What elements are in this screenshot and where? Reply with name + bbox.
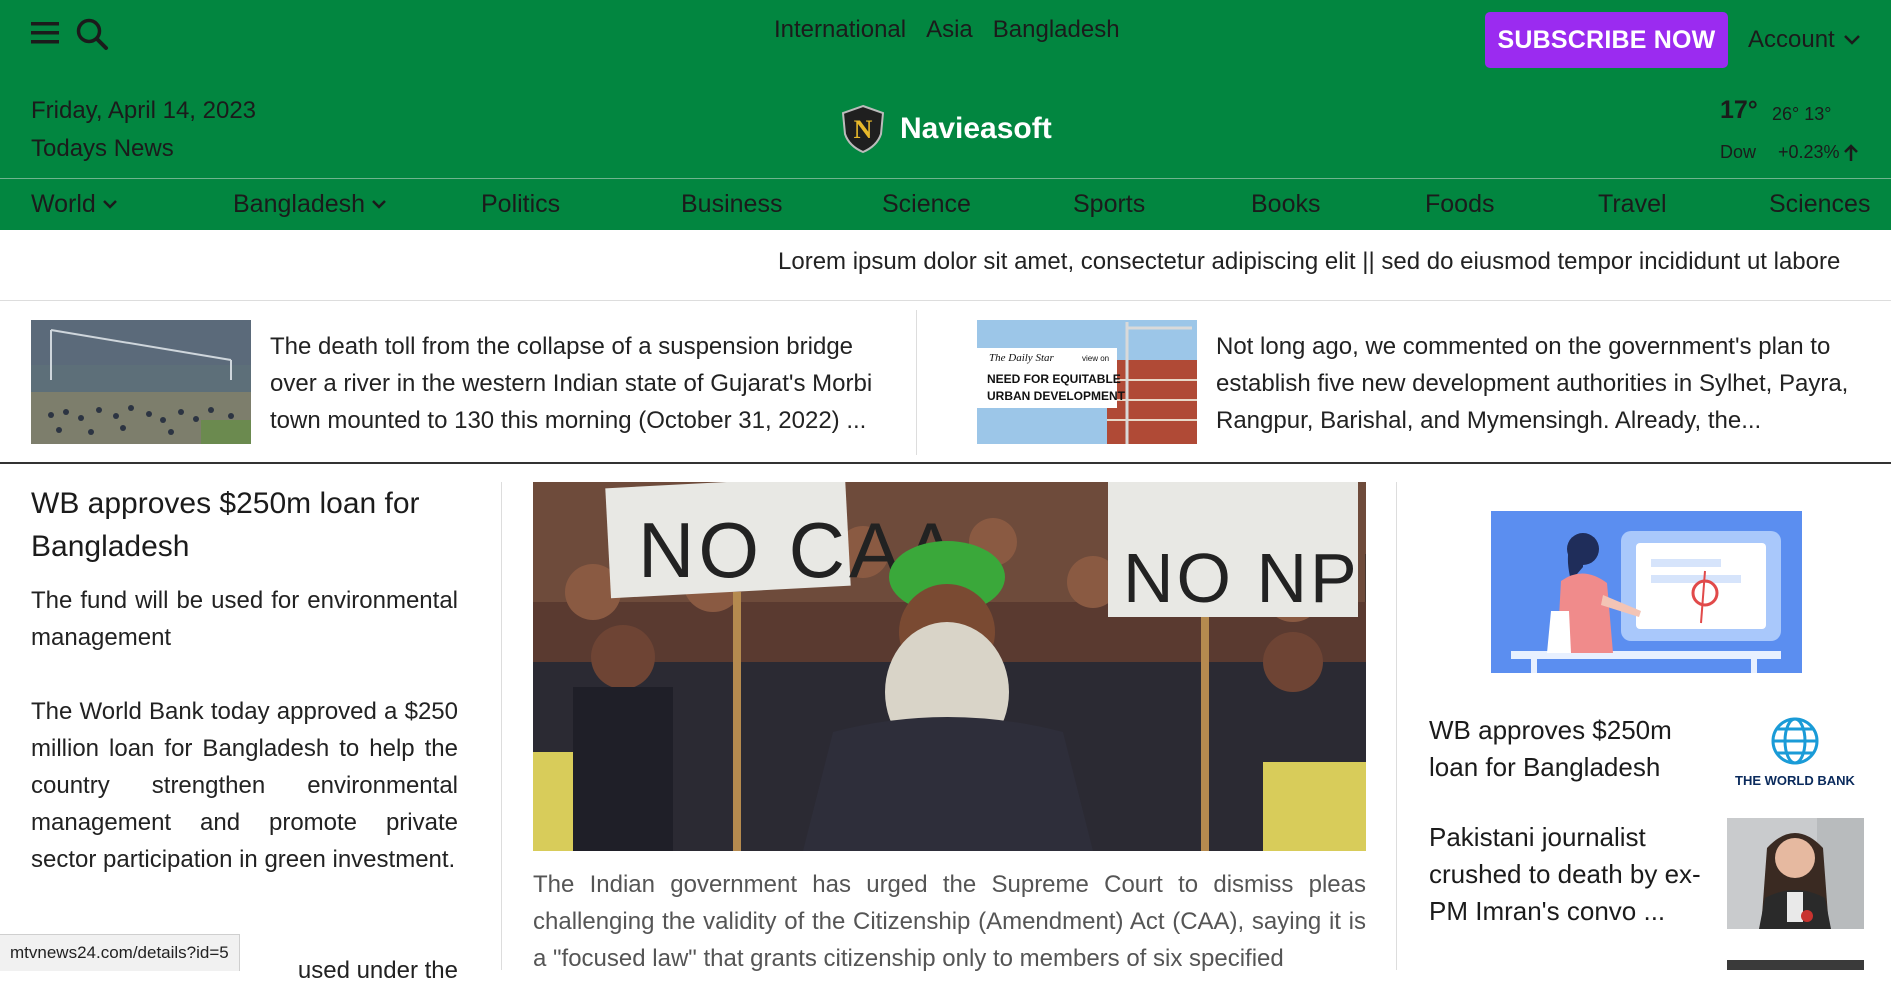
lead-subhead: The fund will be used for environmental … [31, 587, 458, 651]
browser-status-url: mtvnews24.com/details?id=5 [0, 934, 240, 971]
sidebar-thumb-next[interactable] [1727, 960, 1864, 970]
subscribe-button[interactable]: SUBSCRIBE NOW [1485, 12, 1728, 68]
sidebar-story-title-2[interactable]: Pakistani journalist crushed to death by… [1429, 819, 1719, 930]
dow-label: Dow [1720, 142, 1757, 162]
temperature: 17° [1720, 96, 1758, 124]
nav-item-sports[interactable]: Sports [1073, 190, 1145, 219]
sidebar-story-title-1[interactable]: WB approves $250m loan for Bangladesh [1429, 712, 1719, 786]
top-story-text-2[interactable]: Not long ago, we commented on the govern… [1216, 328, 1856, 439]
lead-headline[interactable]: WB approves $250m loan for Bangladesh [31, 482, 461, 568]
nav-item-foods[interactable]: Foods [1425, 190, 1494, 219]
dow-change: +0.23% [1778, 142, 1858, 163]
thumb-caption-brand: The Daily Star [989, 352, 1054, 364]
nav-item-science[interactable]: Science [882, 190, 971, 219]
nav-item-label: World [31, 190, 96, 218]
chevron-down-icon [1843, 35, 1860, 45]
sidebar-illustration[interactable] [1491, 511, 1802, 673]
temp-hi-lo: 26° 13° [1772, 104, 1832, 124]
nav-item-books[interactable]: Books [1251, 190, 1320, 219]
account-label: Account [1748, 26, 1835, 53]
todays-news-label: Todays News [31, 135, 174, 162]
left-column-divider [501, 482, 502, 970]
top-link-international[interactable]: International [774, 16, 906, 44]
arrow-up-icon [1843, 143, 1858, 161]
thumb-caption-line1: NEED FOR EQUITABLE [987, 372, 1121, 386]
worldbank-logo-text: THE WORLD BANK [1735, 773, 1855, 788]
account-menu[interactable]: Account [1748, 26, 1861, 54]
nav-item-politics[interactable]: Politics [481, 190, 560, 219]
nav-item-business[interactable]: Business [681, 190, 782, 219]
right-column-divider [1396, 482, 1397, 970]
top-region-links: International Asia Bangladesh [774, 16, 1120, 44]
top-link-asia[interactable]: Asia [926, 16, 973, 44]
sidebar-thumb-journalist[interactable] [1727, 818, 1864, 929]
lead-photo-caption: The Indian government has urged the Supr… [533, 871, 1366, 972]
brand-name: Navieasoft [900, 112, 1052, 145]
nav-item-travel[interactable]: Travel [1598, 190, 1667, 219]
ticker-divider [0, 300, 1891, 301]
top-story-text-1[interactable]: The death toll from the collapse of a su… [270, 328, 898, 439]
sidebar-thumb-worldbank[interactable]: THE WORLD BANK [1727, 707, 1864, 818]
news-ticker[interactable]: Lorem ipsum dolor sit amet, consectetur … [778, 248, 1866, 276]
menu-icon[interactable] [31, 19, 59, 52]
lead-photo-protest[interactable]: NO CAA NO NPR [533, 482, 1366, 851]
top-stories-divider [916, 310, 917, 455]
svg-text:N: N [854, 115, 873, 144]
nav-item-bangladesh[interactable]: Bangladesh [233, 190, 387, 219]
section-divider [0, 462, 1891, 464]
current-date: Friday, April 14, 2023 [31, 97, 257, 124]
chevron-down-icon [372, 200, 386, 209]
lead-body: The World Bank today approved a $250 mil… [31, 698, 458, 873]
nav-item-world[interactable]: World [31, 190, 118, 219]
chevron-down-icon [102, 200, 117, 209]
dow-change-value: +0.23% [1778, 142, 1840, 162]
thumb-caption-viewon: view on [1082, 354, 1109, 363]
story-thumbnail-urban[interactable]: The Daily Star view on NEED FOR EQUITABL… [977, 320, 1197, 444]
thumb-caption-line2: URBAN DEVELOPMENT [987, 389, 1126, 403]
shield-logo-icon: N [841, 104, 885, 154]
top-link-bangladesh[interactable]: Bangladesh [993, 16, 1120, 44]
sign-text-npr: NO NPR [1123, 539, 1366, 617]
main-navigation: World Bangladesh Politics Business Scien… [0, 179, 1891, 230]
search-icon[interactable] [75, 17, 109, 56]
story-thumbnail-bridge[interactable] [31, 320, 251, 444]
nav-item-label: Bangladesh [233, 190, 366, 218]
site-logo[interactable]: N Navieasoft [840, 104, 1052, 154]
nav-item-sciences[interactable]: Sciences [1769, 190, 1870, 219]
